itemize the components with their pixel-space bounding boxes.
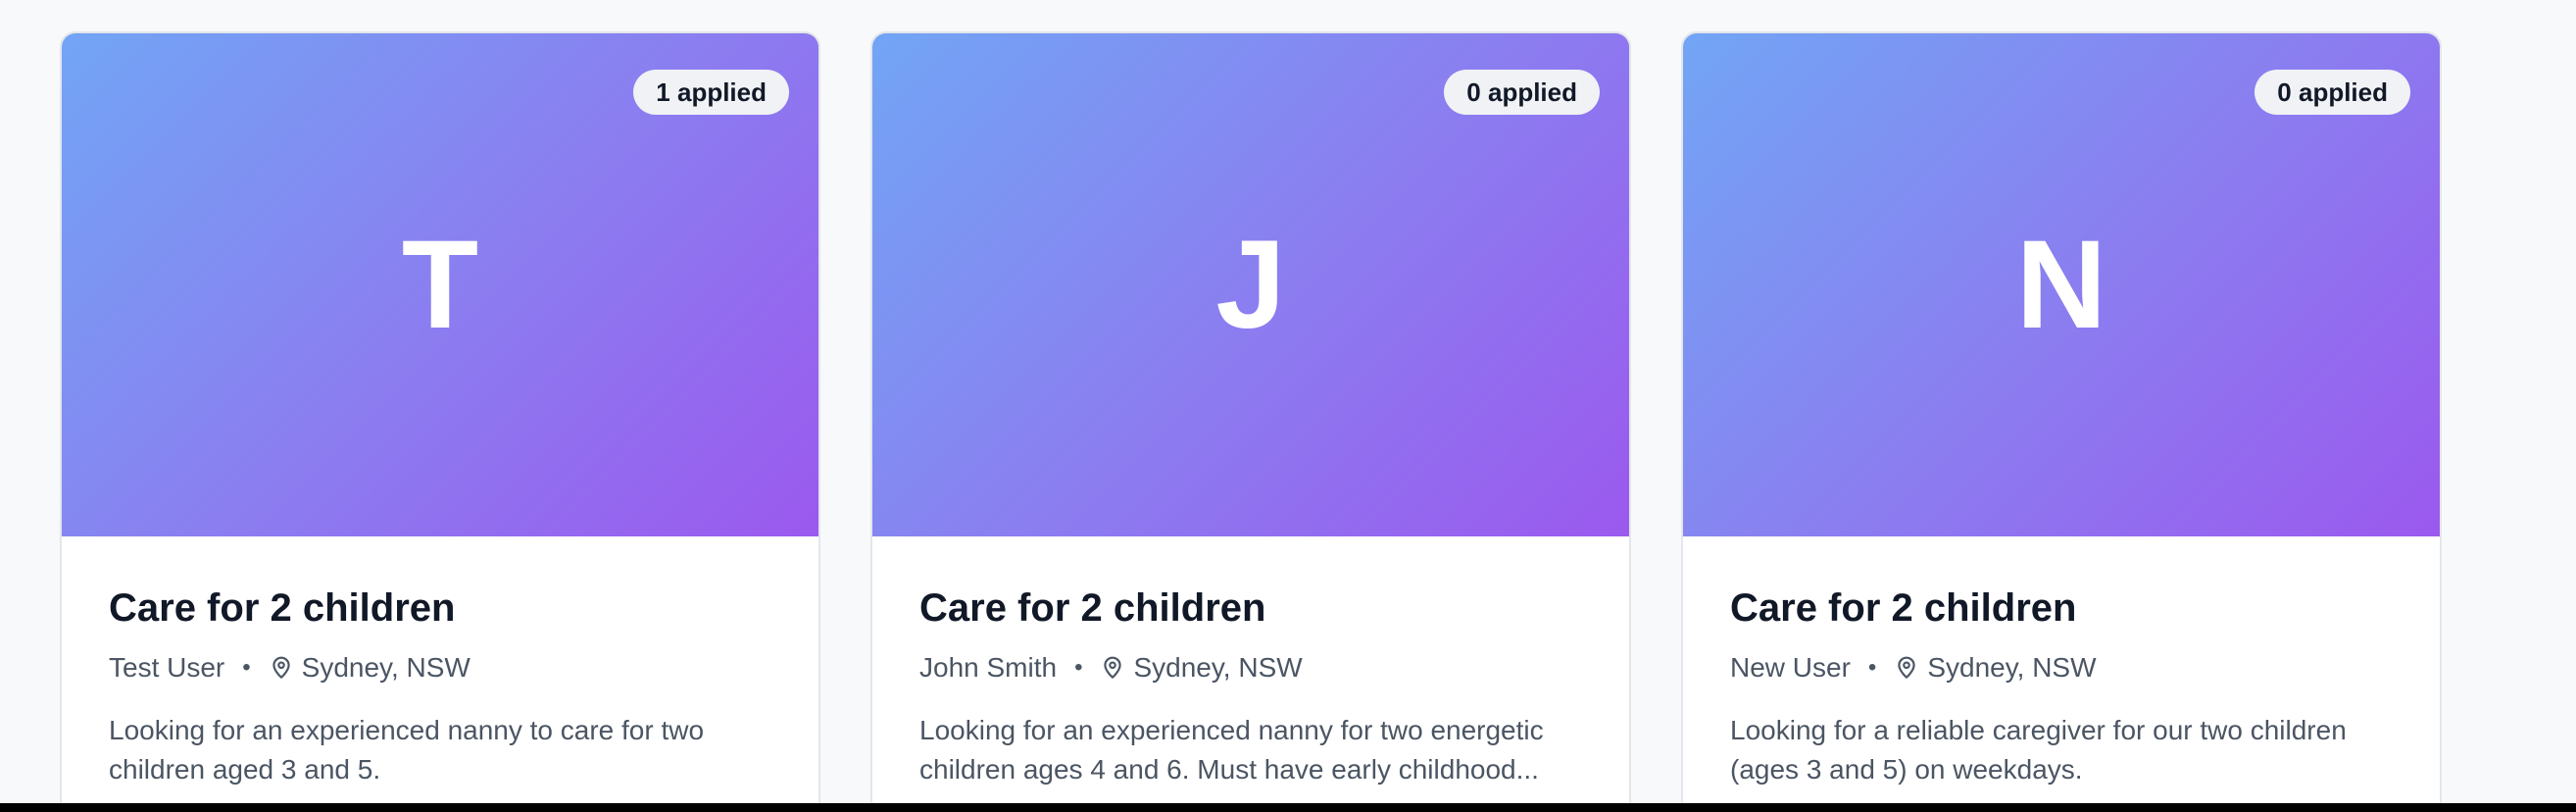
applied-count-badge: 0 applied bbox=[2254, 70, 2410, 115]
job-title[interactable]: Care for 2 children bbox=[919, 584, 1582, 633]
meta-separator: • bbox=[1867, 654, 1877, 681]
job-location: Sydney, NSW bbox=[301, 652, 471, 683]
job-description: Looking for an experienced nanny to care… bbox=[109, 715, 705, 785]
job-meta: John Smith • Sydney, NSW bbox=[919, 650, 1582, 685]
applied-count-badge: 0 applied bbox=[1444, 70, 1600, 115]
job-meta: New User • Sydney, NSW bbox=[1730, 650, 2393, 685]
job-card-body: Care for 2 children John Smith • Sydney,… bbox=[872, 536, 1629, 789]
job-card[interactable]: 0 applied J Care for 2 children John Smi… bbox=[870, 31, 1631, 812]
job-location: Sydney, NSW bbox=[1927, 652, 2097, 683]
poster-name: Test User bbox=[109, 652, 225, 683]
poster-initial: T bbox=[401, 214, 479, 355]
job-title[interactable]: Care for 2 children bbox=[1730, 584, 2393, 633]
job-description: Looking for an experienced nanny for two… bbox=[919, 715, 1544, 785]
job-location: Sydney, NSW bbox=[1133, 652, 1303, 683]
map-pin-icon bbox=[1898, 656, 1915, 679]
job-title[interactable]: Care for 2 children bbox=[109, 584, 771, 633]
job-card-body: Care for 2 children New User • Sydney, N… bbox=[1683, 536, 2440, 789]
poster-name: New User bbox=[1730, 652, 1851, 683]
job-card-hero: 0 applied N bbox=[1683, 33, 2440, 536]
meta-separator: • bbox=[242, 654, 251, 681]
job-listings-page: 1 applied T Care for 2 children Test Use… bbox=[0, 0, 2576, 812]
job-card-hero: 1 applied T bbox=[62, 33, 818, 536]
map-pin-icon bbox=[272, 656, 290, 679]
job-meta: Test User • Sydney, NSW bbox=[109, 650, 771, 685]
applied-count-badge: 1 applied bbox=[633, 70, 789, 115]
job-card-body: Care for 2 children Test User • Sydney, … bbox=[62, 536, 818, 789]
job-card[interactable]: 1 applied T Care for 2 children Test Use… bbox=[60, 31, 820, 812]
job-card-hero: 0 applied J bbox=[872, 33, 1629, 536]
bottom-edge-bar bbox=[0, 803, 2576, 812]
job-card[interactable]: 0 applied N Care for 2 children New User… bbox=[1681, 31, 2442, 812]
poster-name: John Smith bbox=[919, 652, 1058, 683]
poster-initial: J bbox=[1215, 214, 1286, 355]
map-pin-icon bbox=[1104, 656, 1122, 679]
job-card-grid: 1 applied T Care for 2 children Test Use… bbox=[60, 31, 2442, 812]
meta-separator: • bbox=[1074, 654, 1083, 681]
poster-initial: N bbox=[2015, 214, 2107, 355]
job-description: Looking for a reliable caregiver for our… bbox=[1730, 715, 2347, 785]
